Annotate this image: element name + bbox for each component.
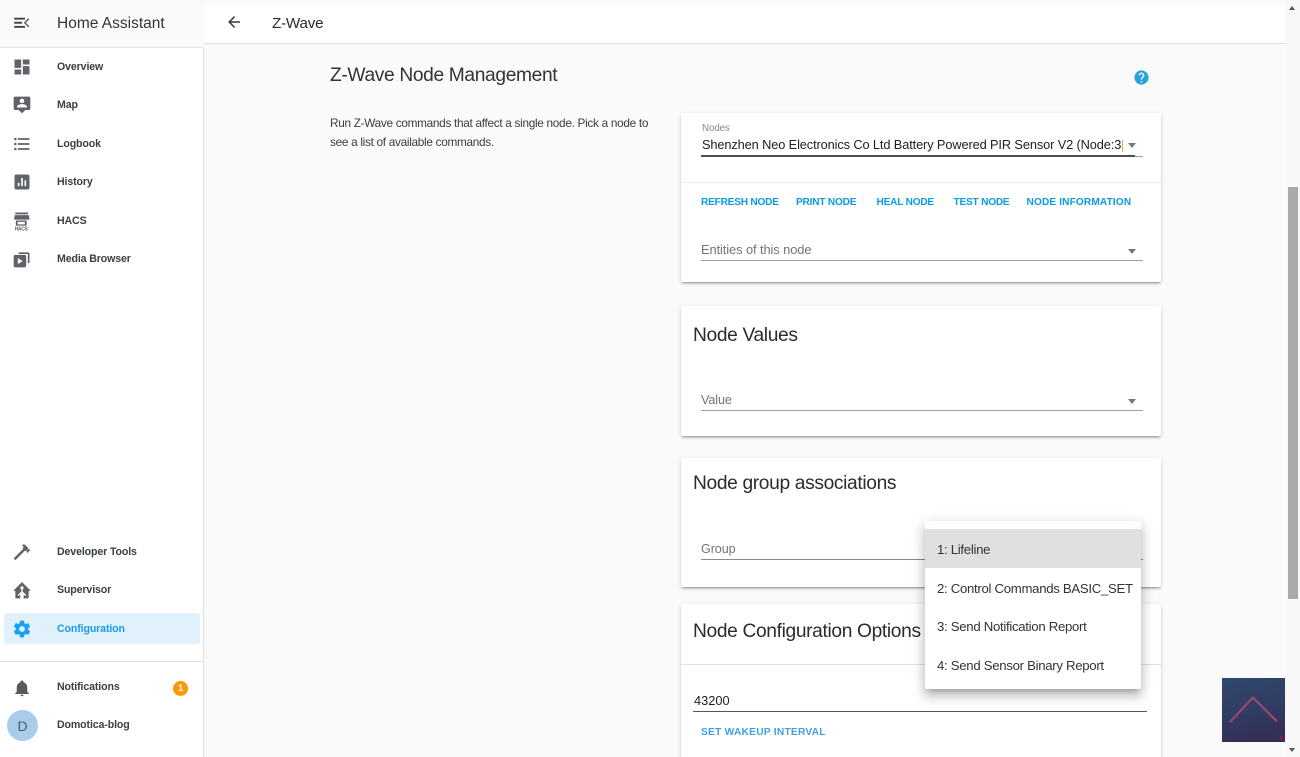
svg-text:HACS: HACS: [15, 226, 29, 231]
